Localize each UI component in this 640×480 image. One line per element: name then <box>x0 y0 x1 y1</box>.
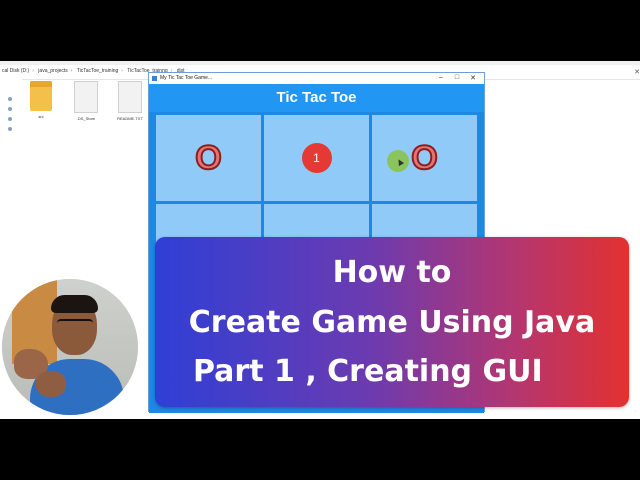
file-label: src <box>38 114 44 119</box>
o-mark: O <box>410 138 438 178</box>
letterbox-top <box>0 0 640 61</box>
breadcrumb-item[interactable]: java_projects <box>38 68 67 74</box>
file-item-readme[interactable]: README.TXT <box>114 81 146 121</box>
maximize-icon[interactable]: □ <box>450 74 464 81</box>
window-titlebar[interactable]: My Tic Tac Toe Game... – □ ✕ <box>149 73 484 84</box>
game-header: Tic Tac Toe <box>149 84 484 112</box>
file-label: README.TXT <box>117 116 143 121</box>
file-item-src[interactable]: src <box>25 81 57 119</box>
board-cell[interactable]: O <box>156 115 261 201</box>
breadcrumb-separator-icon: › <box>70 68 73 74</box>
o-mark: O <box>194 138 222 178</box>
pin-icon[interactable] <box>8 127 12 131</box>
breadcrumb-separator-icon: › <box>32 68 34 74</box>
presenter-hair <box>51 295 98 313</box>
step-badge: 1 <box>301 143 332 173</box>
app-icon <box>152 76 157 81</box>
file-icon <box>118 81 142 113</box>
title-banner: How to Create Game Using Java Part 1 , C… <box>155 237 629 407</box>
file-icon <box>74 81 98 113</box>
banner-line-2: Create Game Using Java <box>188 305 596 340</box>
board-cell[interactable]: 1 <box>264 115 369 201</box>
banner-line-3: Part 1 , Creating GUI <box>193 354 543 389</box>
file-label: .DS_Store <box>76 116 96 121</box>
close-icon[interactable]: ✕ <box>466 74 480 82</box>
pin-icon[interactable] <box>8 97 12 101</box>
close-icon[interactable]: ✕ <box>634 68 640 76</box>
presenter-glasses <box>57 319 93 328</box>
minimize-icon[interactable]: – <box>434 74 448 81</box>
presenter-hand <box>36 371 66 397</box>
folder-icon <box>30 81 52 111</box>
letterbox-bottom <box>0 419 640 480</box>
pin-icon[interactable] <box>8 117 12 121</box>
presenter-avatar <box>0 277 140 417</box>
pin-icon[interactable] <box>8 107 12 111</box>
banner-line-1: How to <box>332 255 452 290</box>
breadcrumb-item[interactable]: cal Disk (D:) <box>2 68 29 74</box>
window-title: My Tic Tac Toe Game... <box>160 75 213 81</box>
breadcrumb-separator-icon: › <box>121 68 123 74</box>
breadcrumb-item[interactable]: TicTacToe_training <box>77 68 119 74</box>
file-item-ds-store[interactable]: .DS_Store <box>70 81 102 121</box>
